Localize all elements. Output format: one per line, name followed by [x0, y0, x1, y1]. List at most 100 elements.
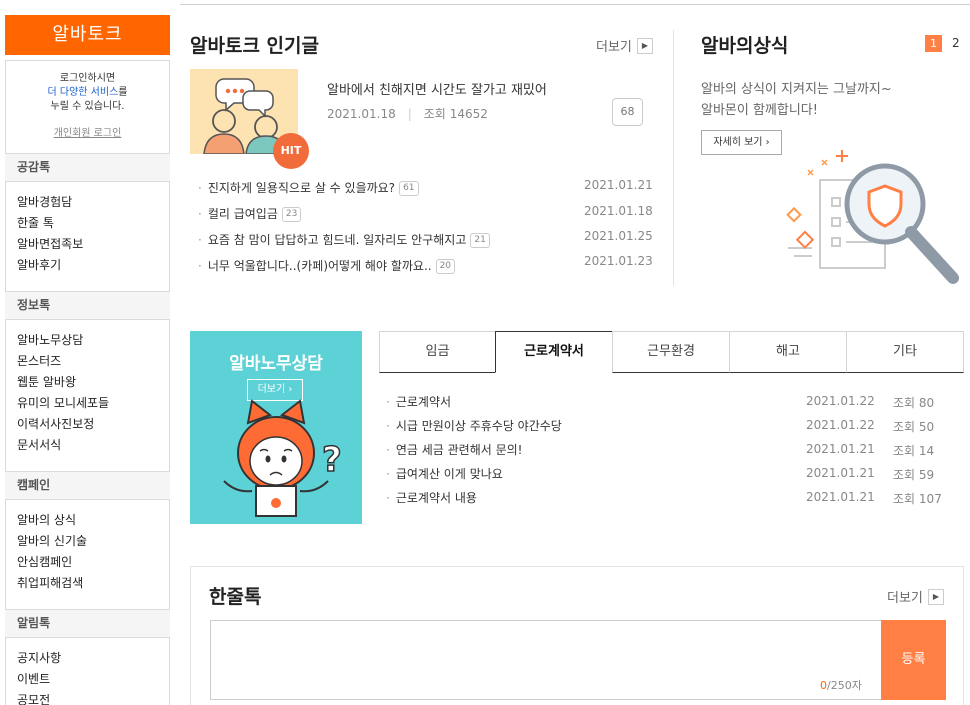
popular-title: 알바토크 인기글 — [190, 35, 319, 57]
views-label: 조회 — [893, 492, 916, 506]
chevron-right-icon: ▶ — [636, 37, 653, 54]
more-services-link[interactable]: 더 다양한 서비스 — [48, 87, 119, 98]
post-title[interactable]: 진지하게 일용직으로 살 수 있을까요? — [208, 181, 395, 195]
post-views: 조회 59 — [893, 466, 934, 483]
sidebar: 알바토크 로그인하시면 더 다양한 서비스를 누릴 수 있습니다. 개인회원 로… — [5, 0, 170, 705]
list-item[interactable]: · 근로계약서 — [386, 393, 562, 417]
hit-post-title[interactable]: 알바에서 친해지면 시간도 잘가고 재밌어 — [327, 79, 547, 98]
sidebar-item[interactable]: 몬스터즈 — [17, 351, 167, 372]
post-date: 2021.01.25 — [584, 229, 653, 243]
sidebar-item[interactable]: 이력서사진보정 — [17, 414, 167, 435]
views-value: 14 — [918, 444, 935, 458]
sidebar-item[interactable]: 알바후기 — [17, 255, 167, 276]
list-item[interactable]: · 연금 세금 관련해서 문의! — [386, 441, 562, 465]
post-title[interactable]: 급여계산 이게 맞나요 — [396, 467, 503, 481]
views-value: 80 — [918, 396, 935, 410]
comment-count: 20 — [435, 259, 456, 274]
hit-post-meta: 2021.01.18 | 조회 14652 — [327, 107, 488, 121]
hit-post-date: 2021.01.18 — [327, 107, 396, 121]
top-divider — [180, 4, 970, 5]
tab-labor-contract[interactable]: 근로계약서 — [495, 331, 613, 373]
post-title[interactable]: 시급 만원이상 주휴수당 야간수당 — [396, 419, 562, 433]
knowledge-desc-line-1: 알바의 상식이 지켜지는 그날까지~ — [701, 82, 892, 97]
bullet-icon: · — [386, 443, 390, 457]
post-views: 조회 14 — [893, 442, 934, 459]
sidebar-head-info[interactable]: 정보톡 — [5, 291, 170, 320]
login-line-2-suffix: 를 — [118, 87, 128, 98]
consult-post-list: · 근로계약서 · 시급 만원이상 주휴수당 야간수당 · 연금 세금 관련해서 문의… — [386, 393, 562, 513]
section-divider — [673, 30, 674, 286]
views-value: 50 — [918, 420, 935, 434]
popular-more-label: 더보기 — [596, 40, 632, 55]
post-date: 2021.01.23 — [584, 254, 653, 268]
sidebar-item[interactable]: 유미의 모니세포들 — [17, 393, 167, 414]
list-item[interactable]: · 급여계산 이게 맞나요 — [386, 465, 562, 489]
sidebar-item[interactable]: 안심캠페인 — [17, 552, 167, 573]
sidebar-item[interactable]: 공모전 — [17, 690, 167, 705]
tab-etc[interactable]: 기타 — [846, 331, 964, 373]
post-date: 2021.01.21 — [584, 178, 653, 192]
tab-work-environment[interactable]: 근무환경 — [612, 331, 730, 373]
list-item[interactable]: · 진지하게 일용직으로 살 수 있을까요? 61 — [198, 179, 490, 205]
hit-badge: HIT — [273, 133, 309, 169]
sidebar-item[interactable]: 웹툰 알바왕 — [17, 372, 167, 393]
post-date: 2021.01.21 — [806, 466, 875, 480]
post-title[interactable]: 연금 세금 관련해서 문의! — [396, 443, 523, 457]
sidebar-item[interactable]: 이벤트 — [17, 669, 167, 690]
talk-more-label: 더보기 — [887, 591, 923, 606]
list-item[interactable]: · 요즘 참 맘이 답답하고 힘드네. 일자리도 안구해지고 21 — [198, 231, 490, 257]
hit-views-label: 조회 — [423, 107, 446, 121]
post-title[interactable]: 근로계약서 — [396, 395, 451, 409]
sidebar-group-info: 알바노무상담 몬스터즈 웹툰 알바왕 유미의 모니세포들 이력서사진보정 문서서… — [17, 330, 167, 456]
login-line-2: 더 다양한 서비스를 — [5, 86, 170, 100]
sidebar-head-empathy[interactable]: 공감톡 — [5, 153, 170, 182]
tab-dismissal[interactable]: 해고 — [729, 331, 847, 373]
bullet-icon: · — [198, 233, 202, 247]
popular-more-link[interactable]: 더보기 ▶ — [596, 36, 653, 55]
sidebar-title[interactable]: 알바토크 — [5, 15, 170, 55]
hit-views-value: 14652 — [449, 107, 488, 121]
comment-count: 23 — [281, 207, 302, 222]
comment-count: 21 — [470, 233, 490, 248]
talk-textarea[interactable] — [210, 620, 882, 700]
talk-more-link[interactable]: 더보기 ▶ — [887, 587, 944, 606]
views-value: 107 — [918, 492, 942, 506]
char-counter: 0/250자 — [820, 677, 862, 693]
sidebar-item[interactable]: 알바면접족보 — [17, 234, 167, 255]
bullet-icon: · — [386, 467, 390, 481]
sidebar-item[interactable]: 공지사항 — [17, 648, 167, 669]
sidebar-item[interactable]: 문서서식 — [17, 435, 167, 456]
popular-post-list: · 진지하게 일용직으로 살 수 있을까요? 61 · 컬리 급여입금 23 · 요즘 참… — [198, 179, 490, 283]
post-views: 조회 50 — [893, 418, 934, 435]
post-date: 2021.01.21 — [806, 442, 875, 456]
talk-submit-button[interactable]: 등록 — [881, 620, 946, 700]
list-item[interactable]: · 너무 억울합니다..(카페)어떻게 해야 할까요.. 20 — [198, 257, 490, 283]
list-item[interactable]: · 시급 만원이상 주휴수당 야간수당 — [386, 417, 562, 441]
member-login-link[interactable]: 개인회원 로그인 — [5, 124, 170, 139]
detail-view-button[interactable]: 자세히 보기 › — [701, 130, 782, 155]
knowledge-desc-line-2: 알바몬이 함께합니다! — [701, 103, 818, 118]
list-item[interactable]: · 컬리 급여입금 23 — [198, 205, 490, 231]
list-item[interactable]: · 근로계약서 내용 — [386, 489, 562, 513]
post-date: 2021.01.22 — [806, 394, 875, 408]
post-title[interactable]: 컬리 급여입금 — [208, 207, 278, 221]
post-title[interactable]: 근로계약서 내용 — [396, 491, 477, 505]
sidebar-item[interactable]: 알바경험담 — [17, 192, 167, 213]
page-indicator-current[interactable]: 1 — [925, 35, 942, 52]
sidebar-item[interactable]: 한줄 톡 — [17, 213, 167, 234]
sidebar-item[interactable]: 취업피해검색 — [17, 573, 167, 594]
char-count: 0 — [820, 679, 827, 692]
sidebar-item[interactable]: 알바의 상식 — [17, 510, 167, 531]
sidebar-head-campaign[interactable]: 캠페인 — [5, 471, 170, 500]
views-label: 조회 — [893, 468, 916, 482]
labor-consult-banner[interactable]: 알바노무상담 더보기 › ? — [190, 331, 362, 524]
post-title[interactable]: 너무 억울합니다..(카페)어떻게 해야 할까요.. — [208, 259, 432, 273]
login-line-1: 로그인하시면 — [59, 73, 116, 84]
sidebar-item[interactable]: 알바의 신기술 — [17, 531, 167, 552]
tab-wage[interactable]: 임금 — [379, 331, 496, 373]
sidebar-head-notice[interactable]: 알림톡 — [5, 609, 170, 638]
page-indicator-next[interactable]: 2 — [952, 36, 960, 50]
sidebar-group-empathy: 알바경험담 한줄 톡 알바면접족보 알바후기 — [17, 192, 167, 276]
post-title[interactable]: 요즘 참 맘이 답답하고 힘드네. 일자리도 안구해지고 — [208, 233, 467, 247]
sidebar-item[interactable]: 알바노무상담 — [17, 330, 167, 351]
